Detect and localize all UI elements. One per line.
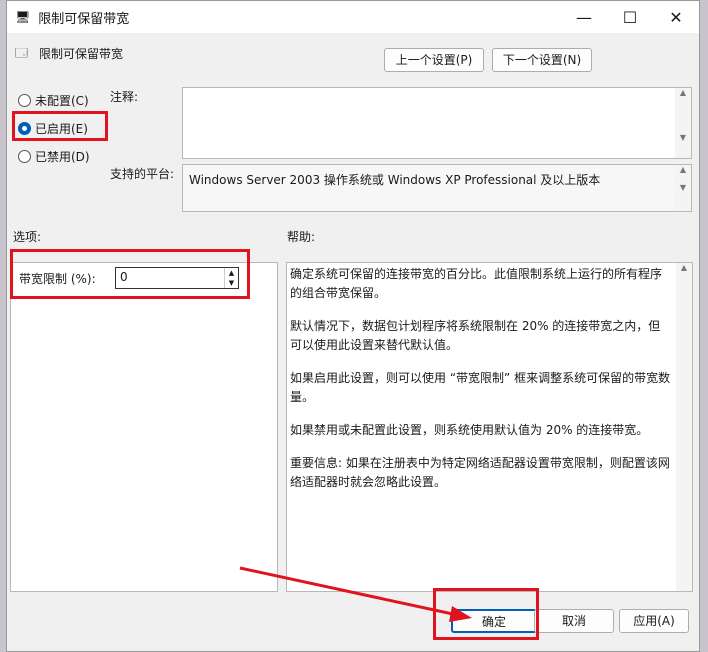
annotation-arrow — [239, 566, 472, 622]
